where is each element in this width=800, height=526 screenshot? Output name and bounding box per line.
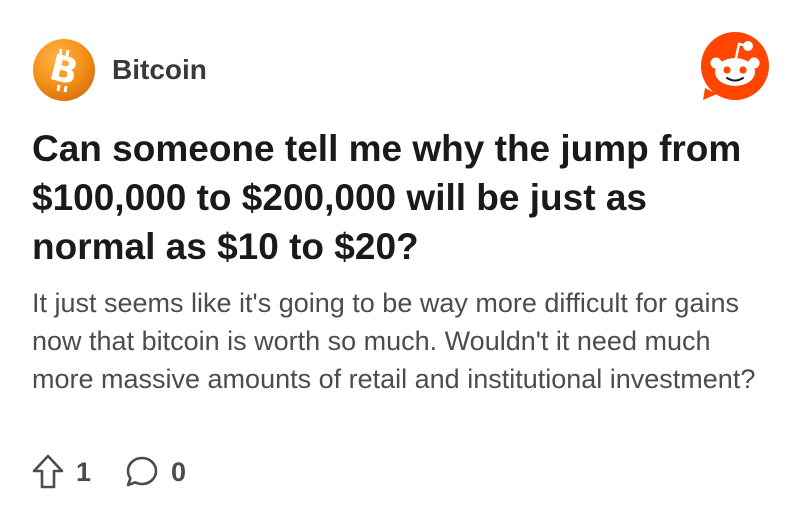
- upvote-button[interactable]: 1: [32, 454, 91, 490]
- bitcoin-logo-icon[interactable]: B: [32, 38, 96, 102]
- post-body: It just seems like it's going to be way …: [32, 288, 756, 394]
- upvote-arrow-icon: [32, 454, 64, 489]
- community-name[interactable]: Bitcoin: [112, 54, 207, 86]
- comment-count: 0: [171, 456, 187, 487]
- post-title[interactable]: Can someone tell me why the jump from $1…: [32, 124, 772, 271]
- comment-bubble-icon: [126, 456, 158, 487]
- post-header: B Bitcoin: [32, 38, 207, 102]
- post-actions: 1 0: [32, 452, 186, 492]
- upvote-count: 1: [76, 456, 92, 487]
- comments-button[interactable]: 0: [125, 455, 186, 489]
- reddit-logo-icon: [701, 32, 769, 100]
